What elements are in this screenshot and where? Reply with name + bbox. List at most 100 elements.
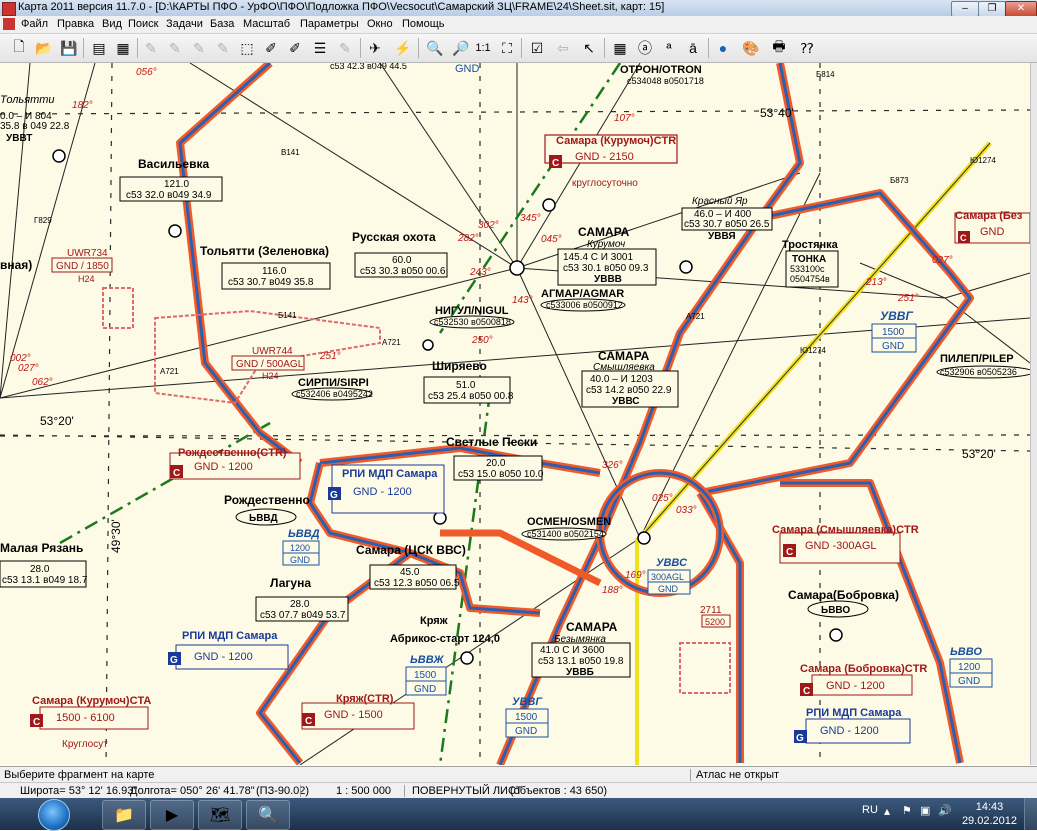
zone-rpi-mdp-3: РПИ МДП Самара bbox=[806, 707, 902, 719]
edit-pen-4-icon[interactable]: ✎ bbox=[212, 37, 234, 59]
show-desktop-button[interactable] bbox=[1024, 798, 1037, 830]
map-canvas[interactable]: 53°40' 53°20' 53°20' 49°30' Тольятти 0.0… bbox=[0, 63, 1030, 765]
language-indicator[interactable]: RU bbox=[862, 804, 878, 816]
check-icon[interactable]: ☑ bbox=[526, 37, 548, 59]
svg-text:5200: 5200 bbox=[705, 617, 725, 627]
svg-text:с532906 в0505236: с532906 в0505236 bbox=[940, 367, 1017, 377]
document-icon[interactable] bbox=[3, 18, 15, 30]
select-mark-icon[interactable]: ✐ bbox=[284, 37, 306, 59]
svg-text:326°: 326° bbox=[602, 460, 623, 471]
svg-text:GND - 1200: GND - 1200 bbox=[194, 461, 253, 473]
new-file-icon[interactable]: 🗋 bbox=[8, 37, 30, 59]
status-bar-coords: Широта= 53° 12' 16.93" Долгота= 050° 26'… bbox=[0, 782, 1037, 799]
vor-samara-kurumoch: САМАРА bbox=[578, 225, 630, 239]
edit-pen-2-icon[interactable]: ✎ bbox=[164, 37, 186, 59]
menu-edit[interactable]: Правка bbox=[54, 17, 97, 31]
menu-help[interactable]: Помощь bbox=[399, 17, 448, 31]
help-cursor-icon[interactable]: ⁇ bbox=[796, 37, 818, 59]
menu-parameters[interactable]: Параметры bbox=[297, 17, 362, 31]
text-edit-icon[interactable]: ⓐ bbox=[634, 37, 656, 59]
grid-label-5320-right: 53°20' bbox=[962, 447, 996, 461]
svg-text:с53 42.3 в049 44.5: с53 42.3 в049 44.5 bbox=[330, 63, 407, 71]
back-arrow-icon[interactable]: ⇦ bbox=[552, 37, 574, 59]
menu-view[interactable]: Вид bbox=[99, 17, 125, 31]
edit-pen-3-icon[interactable]: ✎ bbox=[188, 37, 210, 59]
svg-text:GND: GND bbox=[958, 676, 980, 687]
search-app-task[interactable]: 🔍 bbox=[246, 800, 290, 830]
menu-window[interactable]: Окно bbox=[364, 17, 396, 31]
cursor-icon[interactable]: ↖ bbox=[578, 37, 600, 59]
text-insert-icon[interactable]: ª bbox=[658, 37, 680, 59]
network-icon[interactable]: ▣ bbox=[920, 804, 930, 817]
clock[interactable]: 14:43 29.02.2012 bbox=[962, 800, 1017, 828]
save-icon[interactable]: 💾 bbox=[58, 37, 80, 59]
svg-text:1500: 1500 bbox=[515, 712, 538, 723]
explorer-task[interactable]: 📁 bbox=[102, 800, 146, 830]
media-player-task[interactable]: ▶ bbox=[150, 800, 194, 830]
edit-pen-icon[interactable]: ✎ bbox=[140, 37, 162, 59]
menu-tasks[interactable]: Задачи bbox=[163, 17, 206, 31]
lightning-icon[interactable]: ⚡ bbox=[392, 37, 414, 59]
svg-text:с53 15.0 в050 10.0: с53 15.0 в050 10.0 bbox=[458, 469, 544, 480]
edit-pen-5-icon[interactable]: ✎ bbox=[334, 37, 356, 59]
map-select-icon[interactable]: ▦ bbox=[112, 37, 134, 59]
map-app-task[interactable]: 🗺 bbox=[198, 800, 242, 830]
svg-text:A721: A721 bbox=[686, 312, 705, 321]
svg-text:GND - 1200: GND - 1200 bbox=[826, 680, 885, 692]
svg-text:282°: 282° bbox=[457, 233, 479, 244]
svg-text:GND: GND bbox=[455, 63, 480, 75]
svg-text:251°: 251° bbox=[897, 293, 919, 304]
vertical-scrollbar[interactable] bbox=[1030, 63, 1037, 765]
svg-text:C: C bbox=[552, 158, 559, 169]
menu-scale[interactable]: Масштаб bbox=[240, 17, 293, 31]
taskbar: 📁 ▶ 🗺 🔍 RU ▴ ⚑ ▣ 🔊 14:43 29.02.2012 bbox=[0, 798, 1037, 831]
svg-text:41.0 С И 3600: 41.0 С И 3600 bbox=[540, 645, 605, 656]
svg-text:302°: 302° bbox=[478, 220, 499, 231]
svg-text:A721: A721 bbox=[160, 367, 179, 376]
svg-text:с53 13.1 в050 19.8: с53 13.1 в050 19.8 bbox=[538, 656, 624, 667]
svg-text:169°: 169° bbox=[625, 570, 646, 581]
airport-rozhdestveno: Рождественно bbox=[224, 493, 310, 507]
flag-icon[interactable]: ⚑ bbox=[902, 804, 912, 817]
tray-arrow-icon[interactable]: ▴ bbox=[884, 804, 890, 818]
svg-text:Курумоч: Курумоч bbox=[587, 239, 625, 250]
palette-icon[interactable]: 🎨 bbox=[740, 37, 762, 59]
svg-text:Кряж: Кряж bbox=[420, 615, 448, 627]
aircraft-icon[interactable]: ✈ bbox=[364, 37, 386, 59]
airport-shiryaevo: Ширяево bbox=[432, 359, 487, 373]
app-icon[interactable] bbox=[2, 2, 16, 16]
svg-text:145.4 С И 3001: 145.4 С И 3001 bbox=[563, 252, 633, 263]
text-tool-icon[interactable]: ā bbox=[682, 37, 704, 59]
restore-button[interactable]: ❐ bbox=[978, 1, 1006, 17]
select-frame-icon[interactable]: ⬚ bbox=[236, 37, 258, 59]
zoom-out-icon[interactable]: 🔍 bbox=[424, 37, 446, 59]
svg-text:с53 13.1 в049 18.7: с53 13.1 в049 18.7 bbox=[2, 575, 88, 586]
scale-1-1-button[interactable]: 1:1 bbox=[472, 37, 494, 59]
zoom-in-icon[interactable]: 🔎 bbox=[450, 37, 472, 59]
list-icon[interactable]: ☰ bbox=[309, 37, 331, 59]
select-object-icon[interactable]: ✐ bbox=[260, 37, 282, 59]
layers-icon[interactable]: ▤ bbox=[88, 37, 110, 59]
svg-text:G: G bbox=[796, 733, 804, 744]
status-sheet: ПОВЕРНУТЫЙ ЛИСТ bbox=[412, 785, 523, 797]
svg-text:C: C bbox=[305, 716, 312, 727]
map-svg[interactable]: 53°40' 53°20' 53°20' 49°30' Тольятти 0.0… bbox=[0, 63, 1030, 765]
start-button[interactable] bbox=[38, 799, 70, 831]
menu-search[interactable]: Поиск bbox=[125, 17, 161, 31]
svg-text:с533006 в0500912: с533006 в0500912 bbox=[546, 300, 623, 310]
print-icon[interactable]: 🖶 bbox=[768, 37, 790, 59]
volume-icon[interactable]: 🔊 bbox=[938, 804, 952, 817]
airway-labels: A721 A721 B141 Б141 A721 Г829 Б873 Ю1274… bbox=[34, 70, 996, 376]
close-button[interactable]: ✕ bbox=[1005, 1, 1037, 17]
globe-icon[interactable]: ● bbox=[712, 37, 734, 59]
minimize-button[interactable]: – bbox=[951, 1, 979, 17]
airport-tolyatti: Тольятти (Зеленовка) bbox=[200, 244, 329, 258]
menu-file[interactable]: Файл bbox=[18, 17, 51, 31]
zone-rpi-mdp-2: РПИ МДП Самара bbox=[182, 630, 278, 642]
fit-view-icon[interactable]: ⛶ bbox=[496, 37, 518, 59]
table-icon[interactable]: ▦ bbox=[609, 37, 631, 59]
open-folder-icon[interactable]: 📂 bbox=[33, 37, 55, 59]
menu-database[interactable]: База bbox=[207, 17, 237, 31]
svg-text:025°: 025° bbox=[652, 493, 673, 504]
svg-text:056°: 056° bbox=[136, 67, 157, 78]
